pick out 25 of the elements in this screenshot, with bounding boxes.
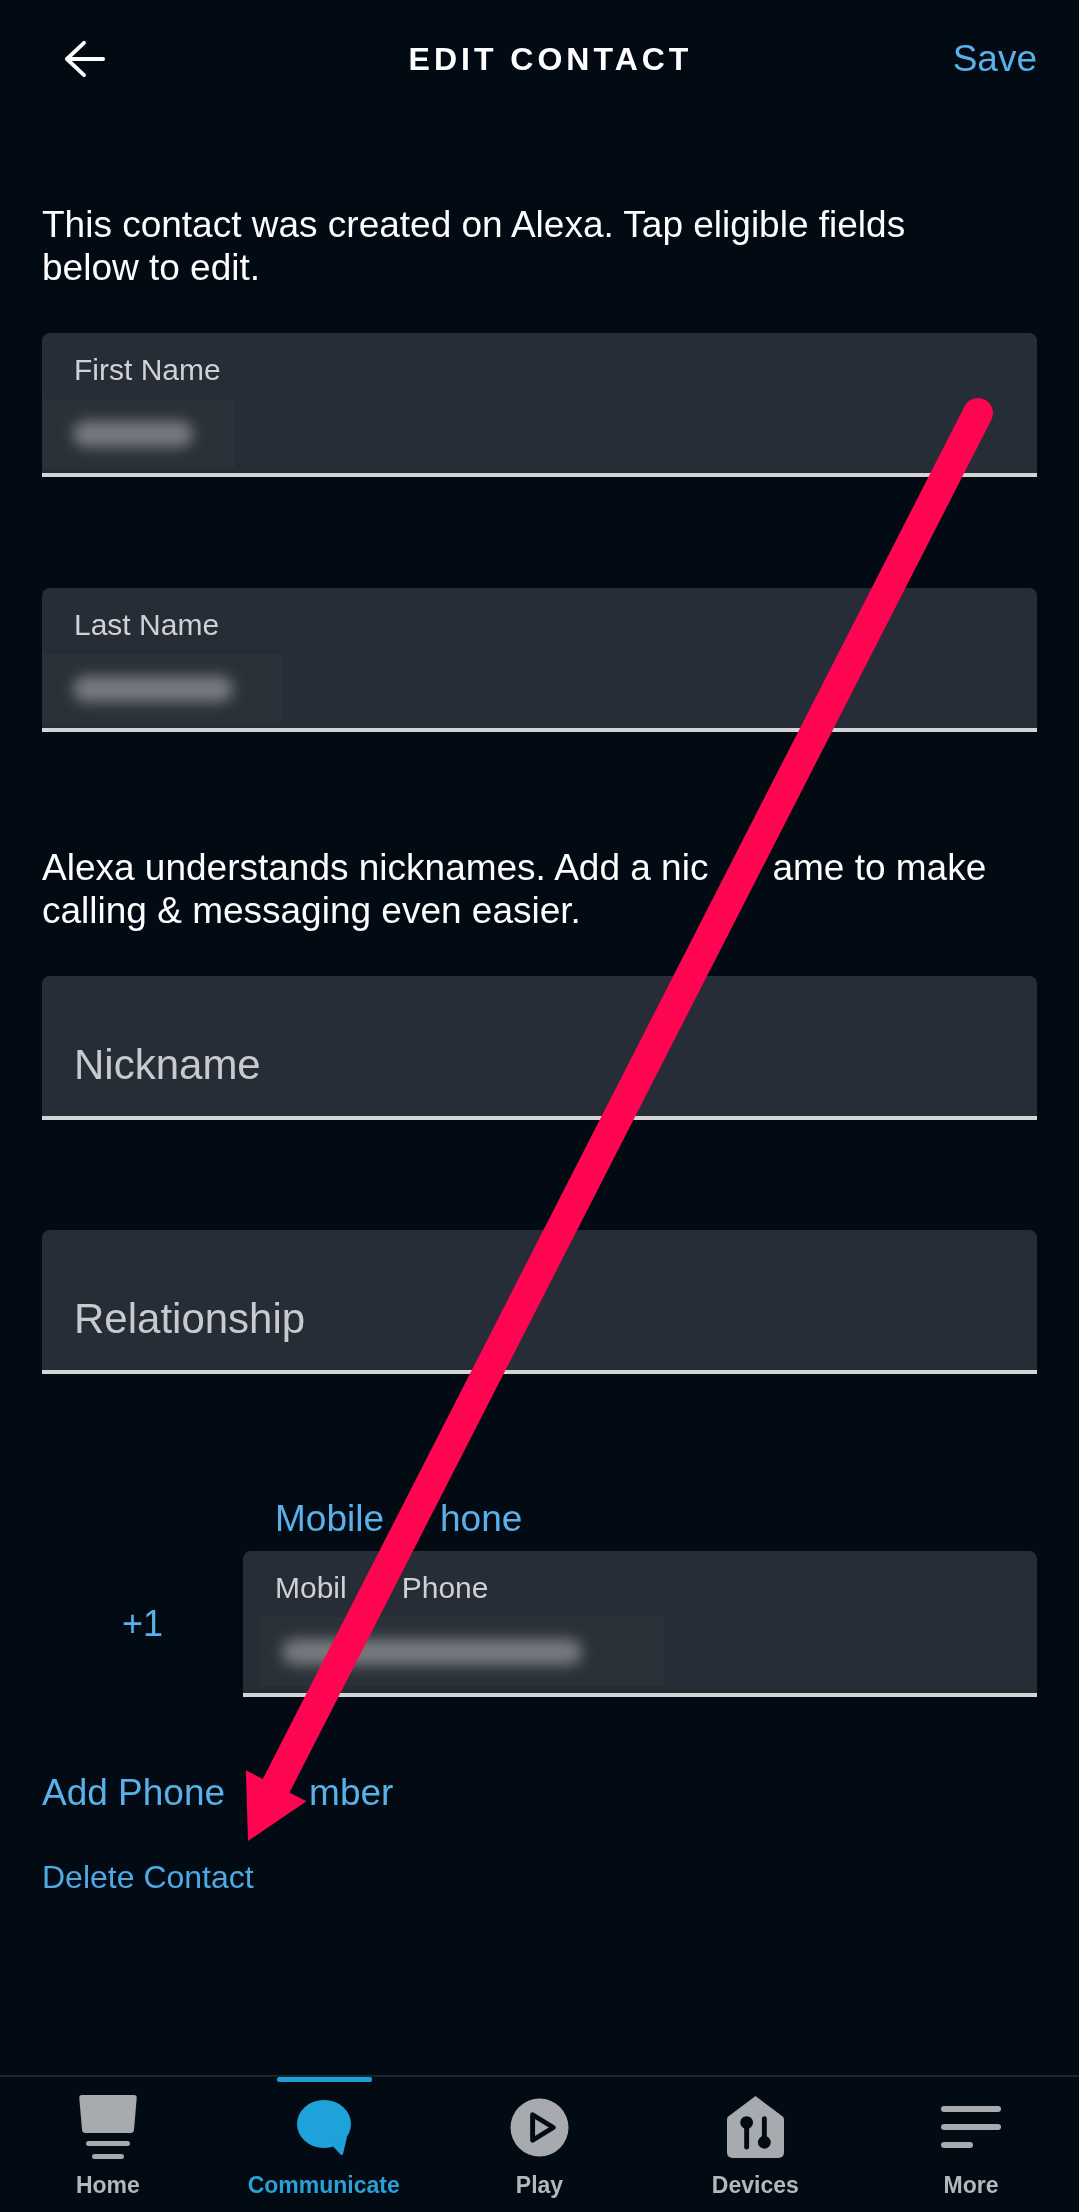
name-field[interactable]: First Name xyxy=(42,333,1037,477)
nav-tab[interactable]: Devices xyxy=(647,2077,864,2212)
text-field[interactable]: Nickname xyxy=(42,976,1037,1120)
speech-bubble-icon xyxy=(295,2098,352,2156)
nav-tab[interactable]: Communicate xyxy=(215,2077,432,2212)
screen-title: EDIT CONTACT xyxy=(408,40,693,79)
add-phone-link[interactable]: Add Phone mber xyxy=(42,1771,394,1815)
save-button[interactable]: Save xyxy=(952,37,1037,81)
name-field[interactable]: Last Name xyxy=(42,588,1037,732)
text-field[interactable]: Relationship xyxy=(42,1230,1037,1374)
info-text: Alexa understands nicknames. Add a nic ame to make calling & messaging even easier. xyxy=(42,846,988,932)
delete-contact-link[interactable]: Delete Contact xyxy=(42,1857,254,1897)
intro-text: This contact was created on Alexa. Tap eligible fields below to edit. xyxy=(42,203,907,289)
phone-field[interactable]: Mobil Phone xyxy=(243,1551,1037,1697)
back-button[interactable] xyxy=(64,39,106,79)
back-arrow-icon xyxy=(64,39,106,79)
play-icon xyxy=(510,2097,569,2157)
nav-tab[interactable]: Play xyxy=(431,2077,648,2212)
menu-icon xyxy=(941,2106,1002,2148)
house-sliders-icon xyxy=(725,2095,785,2159)
nav-tab[interactable]: Home xyxy=(0,2077,216,2212)
country-code-link[interactable]: +1 xyxy=(121,1602,163,1646)
nav-tab[interactable]: More xyxy=(863,2077,1079,2212)
display-icon xyxy=(78,2095,137,2159)
phone-type-link[interactable]: Mobile hone xyxy=(275,1497,523,1541)
